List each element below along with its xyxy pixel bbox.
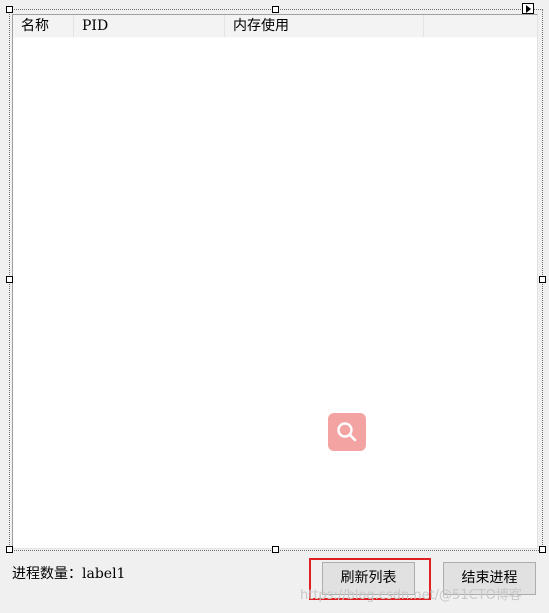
column-header-filler — [424, 15, 537, 37]
resize-handle-bottom-right[interactable] — [539, 546, 546, 553]
watermark-text: https://blog.csdn.net/@51CTO博客 — [300, 588, 522, 603]
resize-handle-right[interactable] — [539, 276, 546, 283]
smart-tag-arrow-icon[interactable] — [522, 3, 534, 14]
resize-handle-top-left[interactable] — [6, 6, 13, 13]
column-header-name[interactable]: 名称 — [13, 15, 74, 37]
process-count-prefix: 进程数量： — [12, 566, 82, 582]
process-list[interactable]: 名称 PID 内存使用 — [12, 14, 538, 549]
column-header-memory[interactable]: 内存使用 — [225, 15, 424, 37]
list-header: 名称 PID 内存使用 — [13, 15, 537, 38]
resize-handle-top[interactable] — [272, 6, 279, 13]
process-count-value: label1 — [82, 566, 126, 582]
search-icon[interactable] — [328, 413, 366, 451]
resize-handle-left[interactable] — [6, 276, 13, 283]
resize-handle-bottom[interactable] — [272, 546, 279, 553]
resize-handle-bottom-left[interactable] — [6, 546, 13, 553]
process-count-label: 进程数量：label1 — [12, 563, 125, 583]
column-header-pid[interactable]: PID — [74, 15, 225, 37]
